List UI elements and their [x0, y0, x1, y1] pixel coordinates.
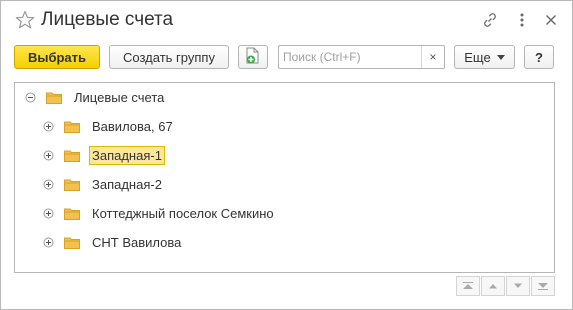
- link-icon[interactable]: [481, 11, 499, 29]
- more-button-label: Еще: [464, 49, 491, 65]
- tree-item-label: Коттеджный поселок Семкино: [92, 205, 274, 221]
- tree-item-label-selected: Западная-1: [89, 145, 165, 165]
- last-page-icon: [537, 282, 549, 290]
- close-icon[interactable]: [542, 11, 560, 29]
- prev-page-icon: [487, 282, 499, 290]
- folder-icon: [64, 120, 80, 133]
- add-document-icon: [245, 47, 261, 68]
- folder-icon: [64, 207, 80, 220]
- tree-item-label: Вавилова, 67: [92, 118, 173, 134]
- tree-panel[interactable]: Лицевые счета Вавилова, 67 Западная-1 За…: [14, 82, 555, 273]
- dialog-window: Лицевые счета Выбрать Создать группу Пои…: [0, 0, 573, 310]
- last-page-button[interactable]: [531, 276, 555, 296]
- collapse-icon[interactable]: [25, 92, 36, 103]
- next-page-button[interactable]: [506, 276, 530, 296]
- first-page-button[interactable]: [456, 276, 480, 296]
- expand-icon[interactable]: [43, 237, 54, 248]
- tree-item[interactable]: Западная-2: [43, 173, 165, 195]
- tree-item-label: СНТ Вавилова: [92, 234, 182, 250]
- more-vertical-icon[interactable]: [513, 11, 531, 29]
- prev-page-button[interactable]: [481, 276, 505, 296]
- tree-item[interactable]: Западная-1: [43, 144, 165, 166]
- add-button[interactable]: [238, 45, 268, 69]
- tree-item[interactable]: Вавилова, 67: [43, 115, 176, 137]
- more-button[interactable]: Еще: [454, 45, 515, 69]
- tree-item-label: Западная-2: [92, 176, 162, 192]
- next-page-icon: [512, 282, 524, 290]
- create-group-button[interactable]: Создать группу: [109, 45, 229, 69]
- help-button[interactable]: ?: [524, 45, 554, 69]
- expand-icon[interactable]: [43, 121, 54, 132]
- chevron-down-icon: [496, 54, 505, 60]
- clear-search-button[interactable]: ×: [421, 46, 444, 68]
- folder-icon: [46, 91, 62, 104]
- expand-icon[interactable]: [43, 208, 54, 219]
- tree-item[interactable]: СНТ Вавилова: [43, 231, 184, 253]
- folder-icon: [64, 236, 80, 249]
- search-input[interactable]: [281, 48, 425, 66]
- folder-icon: [64, 178, 80, 191]
- folder-icon: [64, 149, 80, 162]
- star-icon[interactable]: [15, 10, 35, 30]
- tree-root-label: Лицевые счета: [74, 89, 165, 105]
- search-field[interactable]: ×: [278, 45, 445, 69]
- tree-root[interactable]: Лицевые счета: [25, 86, 167, 108]
- tree-item[interactable]: Коттеджный поселок Семкино: [43, 202, 277, 224]
- expand-icon[interactable]: [43, 150, 54, 161]
- first-page-icon: [462, 282, 474, 290]
- select-button[interactable]: Выбрать: [14, 45, 100, 69]
- expand-icon[interactable]: [43, 179, 54, 190]
- window-title: Лицевые счета: [41, 9, 174, 30]
